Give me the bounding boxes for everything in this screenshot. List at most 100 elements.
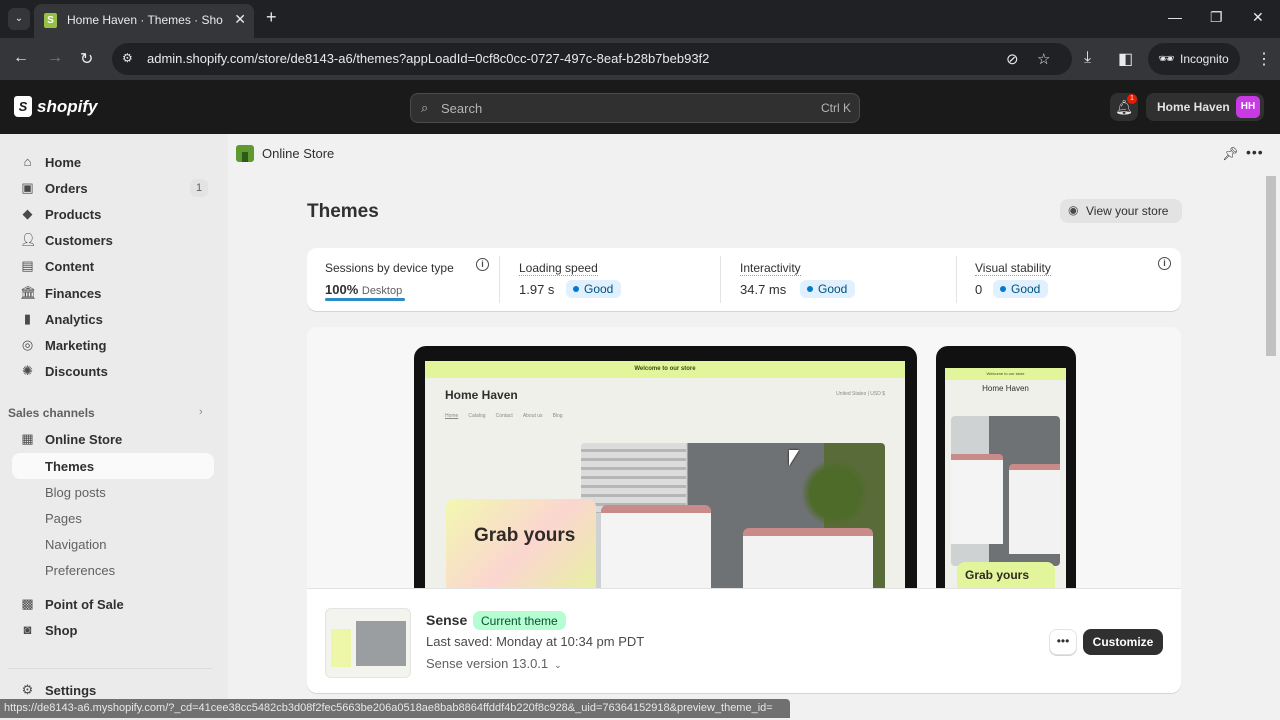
- online-store-icon: [236, 145, 254, 162]
- theme-version-dropdown[interactable]: Sense version 13.0.1 ⌄: [426, 656, 562, 671]
- sidebar-item-themes[interactable]: Themes: [12, 453, 214, 479]
- scrollbar[interactable]: [1266, 176, 1276, 356]
- site-info-icon[interactable]: ⚙: [122, 51, 133, 65]
- browser-menu-icon[interactable]: ⋮: [1256, 49, 1272, 69]
- reload-icon[interactable]: ↻: [80, 49, 93, 69]
- preview-currency: United States | USD $: [836, 391, 885, 397]
- more-actions-icon[interactable]: •••: [1246, 144, 1264, 160]
- sessions-progress-bar: [325, 298, 405, 301]
- sidebar-item-products[interactable]: ◆ Products: [12, 201, 214, 227]
- mobile-store-title: Home Haven: [982, 384, 1029, 393]
- tag-icon: ◆: [22, 206, 33, 221]
- side-panel-icon[interactable]: ◧: [1118, 49, 1133, 69]
- store-menu-button[interactable]: Home Haven HH: [1146, 93, 1264, 121]
- pos-icon: ▩: [21, 596, 34, 611]
- incognito-indicator[interactable]: 🕶 Incognito: [1148, 43, 1240, 75]
- metric-label: Interactivity: [740, 261, 801, 276]
- gear-icon: ⚙: [21, 682, 34, 697]
- back-icon[interactable]: ←: [13, 49, 29, 67]
- view-store-label: View your store: [1086, 204, 1169, 218]
- shopify-top-bar: S shopify ⌕ Search Ctrl K 🔔︎ 1 Home Have…: [0, 80, 1280, 134]
- hero-blinds: [581, 443, 686, 513]
- metric-visual-stability[interactable]: Visual stability 0 Good i: [957, 248, 1181, 311]
- metric-loading-speed[interactable]: Loading speed 1.97 s Good: [500, 248, 720, 311]
- metric-label: Loading speed: [519, 261, 598, 276]
- sidebar-item-pages[interactable]: Pages: [12, 505, 214, 531]
- browser-toolbar: ← → ↻ ⚙ admin.shopify.com/store/de8143-a…: [0, 38, 1280, 80]
- metric-label: Visual stability: [975, 261, 1051, 276]
- sidebar-item-label: Discounts: [45, 364, 108, 379]
- minimize-icon[interactable]: —: [1168, 9, 1182, 25]
- url-text[interactable]: admin.shopify.com/store/de8143-a6/themes…: [147, 51, 709, 66]
- forward-icon[interactable]: →: [47, 49, 63, 67]
- sidebar-item-navigation[interactable]: Navigation: [12, 531, 214, 557]
- breadcrumb[interactable]: Online Store: [262, 146, 334, 161]
- orders-icon: ▣: [21, 180, 34, 195]
- sidebar-item-orders[interactable]: ▣ Orders 1: [12, 175, 214, 201]
- sidebar-item-preferences[interactable]: Preferences: [12, 557, 214, 583]
- desktop-preview: Welcome to our store Home Haven United S…: [414, 346, 917, 588]
- theme-actions-button[interactable]: •••: [1049, 629, 1077, 655]
- status-badge: Good: [800, 280, 856, 298]
- pin-icon[interactable]: 📌︎: [1222, 146, 1239, 162]
- mobile-hero-card: Grab yours: [957, 562, 1055, 588]
- view-store-button[interactable]: ◉ View your store: [1060, 199, 1182, 223]
- new-tab-icon[interactable]: +: [266, 7, 277, 28]
- sidebar-item-label: Online Store: [45, 432, 123, 447]
- sidebar-item-label: Point of Sale: [45, 597, 124, 612]
- chevron-right-icon[interactable]: ›: [199, 406, 203, 418]
- search-input[interactable]: ⌕ Search Ctrl K: [410, 93, 860, 123]
- sidebar-item-customers[interactable]: 👤︎ Customers: [12, 227, 214, 253]
- star-icon[interactable]: ☆: [1037, 50, 1050, 68]
- info-icon[interactable]: i: [1158, 257, 1171, 270]
- tab-search-button[interactable]: ⌄: [8, 8, 30, 30]
- content-icon: ▤: [21, 258, 34, 273]
- sidebar-item-marketing[interactable]: ◎ Marketing: [12, 332, 214, 358]
- shopify-favicon-icon: S: [44, 13, 57, 28]
- sidebar-item-blog-posts[interactable]: Blog posts: [12, 479, 214, 505]
- sidebar-item-finances[interactable]: 🏛︎ Finances: [12, 280, 214, 306]
- sidebar-item-content[interactable]: ▤ Content: [12, 253, 214, 279]
- address-bar[interactable]: ⚙ admin.shopify.com/store/de8143-a6/them…: [112, 43, 1072, 75]
- theme-preview[interactable]: Welcome to our store Home Haven United S…: [307, 327, 1181, 588]
- thumbnail-block: [356, 621, 406, 666]
- preview-nav-item: Blog: [552, 413, 563, 419]
- shopify-logo[interactable]: S shopify: [14, 96, 97, 117]
- store-icon: ▦: [21, 431, 34, 446]
- info-icon[interactable]: i: [476, 258, 489, 271]
- window-close-icon[interactable]: ✕: [1252, 9, 1264, 26]
- metric-value: 1.97 s: [519, 282, 555, 297]
- sidebar-item-label: Customers: [45, 233, 113, 248]
- bar-chart-icon: ▮: [23, 311, 32, 326]
- sidebar-item-discounts[interactable]: ✺ Discounts: [12, 358, 214, 384]
- home-icon: ⌂: [23, 154, 32, 169]
- sidebar-item-online-store[interactable]: ▦ Online Store: [12, 426, 214, 452]
- mobile-preview: Welcome to our store Home Haven Grab you…: [936, 346, 1076, 588]
- sidebar-item-point-of-sale[interactable]: ▩ Point of Sale: [12, 591, 214, 617]
- metric-interactivity[interactable]: Interactivity 34.7 ms Good: [721, 248, 956, 311]
- preview-store-title: Home Haven: [445, 388, 518, 402]
- sidebar-item-analytics[interactable]: ▮ Analytics: [12, 306, 214, 332]
- hero-mug: [743, 528, 873, 588]
- metric-sessions[interactable]: Sessions by device type 100% Desktop i: [307, 248, 499, 311]
- sidebar-item-home[interactable]: ⌂ Home: [12, 149, 214, 175]
- download-icon[interactable]: ⤓: [1084, 49, 1091, 67]
- restore-icon[interactable]: ❐: [1210, 9, 1223, 26]
- sidebar-item-label: Themes: [45, 459, 95, 474]
- preview-nav-item: About us: [522, 413, 543, 419]
- sessions-progress-fill: [325, 298, 405, 301]
- notifications-button[interactable]: 🔔︎ 1: [1110, 93, 1138, 121]
- sidebar-item-label: Home: [45, 155, 82, 170]
- shop-icon: ◙: [23, 622, 32, 637]
- thumbnail-block: [331, 629, 351, 667]
- customize-button[interactable]: Customize: [1083, 629, 1163, 655]
- tab-close-icon[interactable]: ✕: [234, 11, 246, 28]
- status-badge: Good: [566, 280, 622, 298]
- orders-count-badge: 1: [190, 179, 208, 197]
- sidebar-item-shop[interactable]: ◙ Shop: [12, 617, 214, 643]
- eye-off-icon[interactable]: ⊘: [1006, 50, 1019, 68]
- incognito-icon: 🕶: [1158, 51, 1175, 66]
- sales-channels-heading[interactable]: Sales channels: [8, 406, 95, 420]
- browser-tab[interactable]: S Home Haven · Themes · Shopify ✕: [34, 4, 254, 38]
- hero-mug: [1009, 464, 1060, 554]
